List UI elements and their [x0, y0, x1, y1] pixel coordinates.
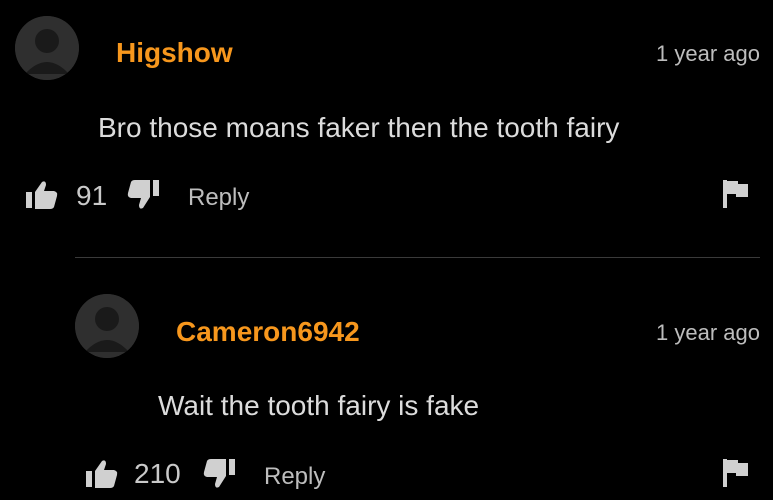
comment-text: Bro those moans faker then the tooth fai… [98, 112, 620, 143]
flag-icon[interactable] [723, 180, 749, 208]
like-count: 91 [76, 180, 108, 211]
thumbs-down-icon[interactable] [203, 459, 235, 489]
reply-button[interactable]: Reply [264, 463, 325, 491]
like-count: 210 [134, 458, 181, 489]
comment-0: Higshow 1 year ago Bro those moans faker… [0, 0, 773, 240]
comment-username[interactable]: Cameron6942 [176, 316, 360, 348]
user-avatar-icon[interactable] [15, 16, 79, 80]
thumbs-up-icon[interactable] [26, 180, 58, 210]
thumbs-down-icon[interactable] [127, 180, 159, 210]
comment-timestamp: 1 year ago [656, 320, 760, 345]
comment-username[interactable]: Higshow [116, 37, 233, 69]
comment-divider [75, 257, 760, 258]
comment-timestamp: 1 year ago [656, 41, 760, 66]
reply-button[interactable]: Reply [188, 184, 249, 212]
user-avatar-icon[interactable] [75, 294, 139, 358]
flag-icon[interactable] [723, 459, 749, 487]
thumbs-up-icon[interactable] [86, 459, 118, 489]
comment-1: Cameron6942 1 year ago Wait the tooth fa… [0, 260, 773, 500]
comment-text: Wait the tooth fairy is fake [158, 390, 480, 421]
